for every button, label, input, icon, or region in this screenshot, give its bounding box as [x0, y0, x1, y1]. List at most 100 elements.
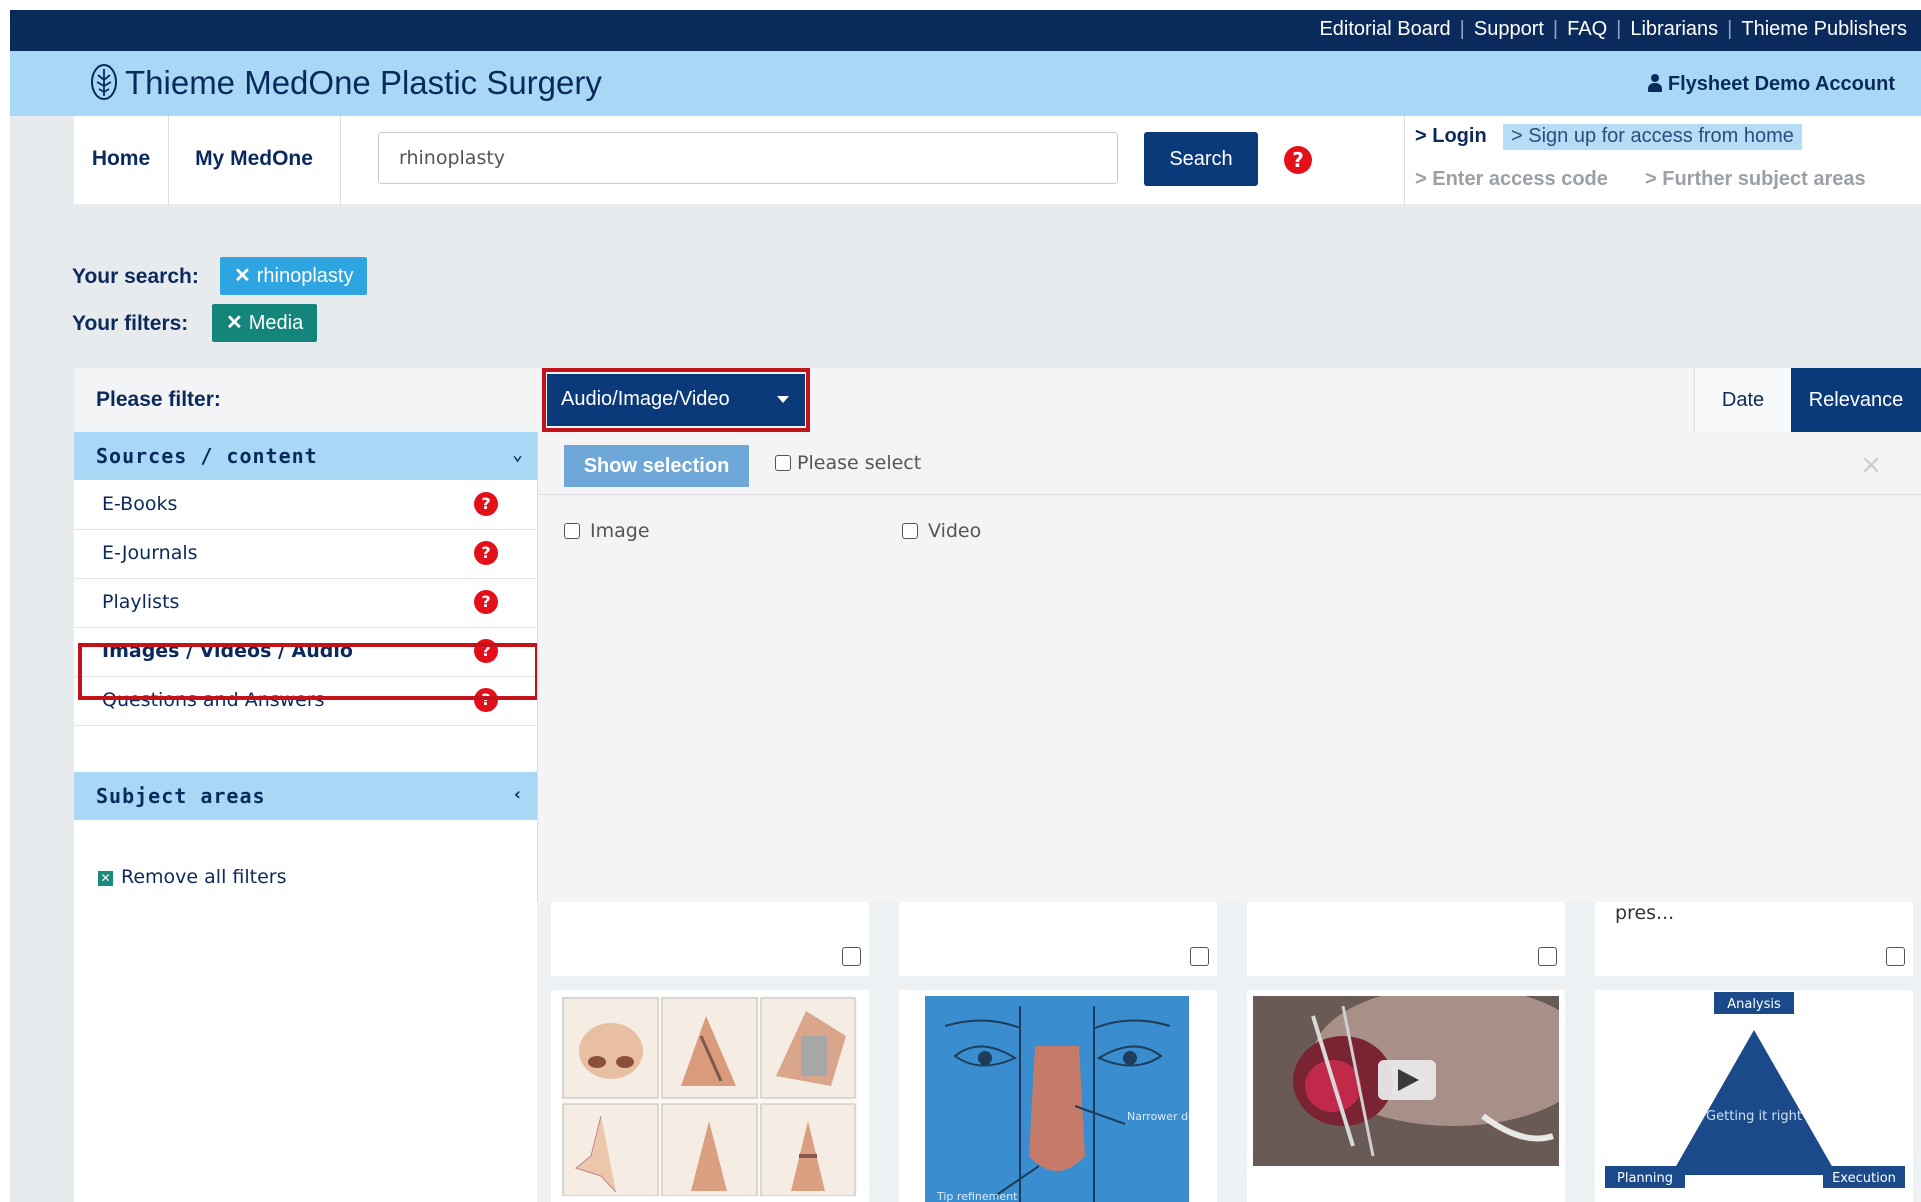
sort-relevance-button[interactable]: Relevance — [1791, 368, 1921, 432]
filter-chip[interactable]: ✕ Media — [212, 304, 318, 342]
triangle-center-label: Getting it right — [1706, 1109, 1802, 1124]
tip-refinement-label: Tip refinement — [936, 1190, 1018, 1202]
nav-bar: Home My MedOne rhinoplasty Search ? > Lo… — [74, 116, 1921, 204]
source-item-playlists[interactable]: Playlists ? — [74, 578, 537, 628]
highlight-box-media-dropdown — [542, 368, 810, 432]
result-card[interactable] — [1247, 902, 1565, 976]
account-name: Flysheet Demo Account — [1667, 73, 1895, 95]
your-filters-label: Your filters: — [72, 312, 189, 335]
chevron-left-icon: ‹ — [512, 784, 523, 805]
filter-panel: Please filter: Sources / content ⌄ E-Boo… — [74, 368, 537, 1202]
link-support[interactable]: Support — [1474, 18, 1544, 40]
source-label: E-Books — [102, 493, 178, 515]
option-video-label: Video — [928, 520, 982, 542]
link-librarians[interactable]: Librarians — [1630, 18, 1718, 40]
menu-header: Show selection Please select × — [538, 432, 1921, 495]
separator: | — [1727, 18, 1733, 40]
further-subjects-link[interactable]: > Further subject areas — [1645, 168, 1866, 191]
access-code-link[interactable]: > Enter access code — [1415, 168, 1608, 191]
result-card[interactable]: Narrower dorsum Tip refinement — [899, 990, 1217, 1202]
login-panel: > Login > Sign up for access from home >… — [1404, 116, 1921, 204]
source-item-ejournals[interactable]: E-Journals ? — [74, 529, 537, 579]
remove-icon: ✕ — [234, 265, 251, 287]
result-checkbox[interactable] — [1190, 947, 1209, 966]
source-item-ebooks[interactable]: E-Books ? — [74, 480, 537, 530]
top-links: Editorial Board | Support | FAQ | Librarians | T… — [1319, 18, 1907, 41]
result-card[interactable] — [899, 902, 1217, 976]
help-icon[interactable]: ? — [474, 590, 498, 614]
please-select-option[interactable]: Please select — [775, 452, 921, 474]
media-type-menu: Show selection Please select × Image Vid… — [537, 432, 1921, 902]
brand-title[interactable]: Thieme MedOne Plastic Surgery — [125, 64, 602, 102]
triangle-right-label: Execution — [1832, 1171, 1896, 1186]
brand-product: MedOne Plastic Surgery — [244, 64, 602, 101]
your-search-label: Your search: — [72, 265, 199, 288]
signup-link[interactable]: > Sign up for access from home — [1503, 124, 1802, 150]
results-panel: pres... Narrower d Tip refinement Analys… — [537, 368, 1921, 1202]
option-image[interactable]: Image — [564, 520, 650, 542]
result-snippet: pres... — [1615, 902, 1675, 924]
search-input[interactable]: rhinoplasty — [378, 132, 1118, 184]
nav-home[interactable]: Home — [74, 116, 169, 204]
link-faq[interactable]: FAQ — [1567, 18, 1607, 40]
result-checkbox[interactable] — [1538, 947, 1557, 966]
result-card[interactable] — [551, 902, 869, 976]
result-card[interactable]: Analysis Getting it right Planning Execu… — [1595, 990, 1913, 1202]
search-chip-label: rhinoplasty — [256, 265, 354, 287]
search-chip[interactable]: ✕ rhinoplasty — [220, 257, 368, 295]
nav-my-medone[interactable]: My MedOne — [168, 116, 341, 204]
remove-all-label: Remove all filters — [121, 866, 287, 888]
page: Editorial Board | Support | FAQ | Librarians | T… — [10, 10, 1921, 1202]
triangle-diagram-image: Analysis Getting it right Planning Execu… — [1601, 990, 1907, 1202]
result-card[interactable] — [551, 990, 869, 1202]
triangle-top-label: Analysis — [1727, 997, 1781, 1012]
video-checkbox[interactable] — [902, 523, 918, 539]
link-thieme-publishers[interactable]: Thieme Publishers — [1741, 18, 1907, 40]
option-video[interactable]: Video — [902, 520, 981, 542]
brand-bar: Thieme MedOne Plastic Surgery Flysheet D… — [10, 51, 1921, 116]
link-editorial-board[interactable]: Editorial Board — [1319, 18, 1450, 40]
subject-title: Subject areas — [96, 784, 266, 808]
top-bar: Editorial Board | Support | FAQ | Librarians | T… — [10, 10, 1921, 51]
subject-section-header[interactable]: Subject areas ‹ — [74, 772, 537, 820]
help-icon[interactable]: ? — [1284, 146, 1312, 174]
result-card[interactable]: pres... — [1595, 902, 1913, 976]
separator: | — [1459, 18, 1465, 40]
separator: | — [1616, 18, 1622, 40]
search-button[interactable]: Search — [1144, 132, 1258, 186]
source-label: Playlists — [102, 591, 180, 613]
nose-anatomy-image — [561, 996, 857, 1196]
results-toolbar: Audio/Image/Video Date Relevance — [537, 368, 1921, 433]
thieme-logo-icon[interactable] — [90, 63, 118, 101]
show-selection-button[interactable]: Show selection — [564, 445, 749, 487]
account-link[interactable]: Flysheet Demo Account — [1647, 73, 1895, 96]
brand-thieme: Thieme — [125, 64, 245, 101]
result-checkbox[interactable] — [1886, 947, 1905, 966]
image-checkbox[interactable] — [564, 523, 580, 539]
remove-icon: ✕ — [226, 312, 243, 334]
triangle-left-label: Planning — [1617, 1171, 1673, 1186]
result-checkbox[interactable] — [842, 947, 861, 966]
help-icon[interactable]: ? — [474, 492, 498, 516]
filter-chip-label: Media — [248, 312, 304, 334]
sources-title: Sources / content — [96, 444, 318, 468]
source-label: E-Journals — [102, 542, 198, 564]
filter-header: Please filter: — [74, 368, 537, 432]
remove-all-filters-link[interactable]: ✕ Remove all filters — [98, 866, 286, 888]
close-box-icon: ✕ — [98, 871, 113, 886]
surgery-video-thumbnail[interactable] — [1253, 996, 1559, 1166]
option-image-label: Image — [590, 520, 650, 542]
please-filter-label: Please filter: — [96, 388, 221, 411]
separator: | — [1552, 18, 1559, 40]
please-select-checkbox[interactable] — [775, 455, 791, 471]
please-select-label: Please select — [797, 452, 922, 474]
narrower-dorsum-label: Narrower dorsum — [1127, 1110, 1189, 1123]
result-card[interactable] — [1247, 990, 1565, 1202]
chevron-down-icon: ⌄ — [512, 444, 523, 465]
login-link[interactable]: > Login — [1415, 125, 1487, 148]
sources-section-header[interactable]: Sources / content ⌄ — [74, 432, 537, 480]
user-icon — [1647, 74, 1662, 92]
close-icon[interactable]: × — [1860, 450, 1882, 480]
sort-date-button[interactable]: Date — [1694, 368, 1791, 432]
help-icon[interactable]: ? — [474, 541, 498, 565]
